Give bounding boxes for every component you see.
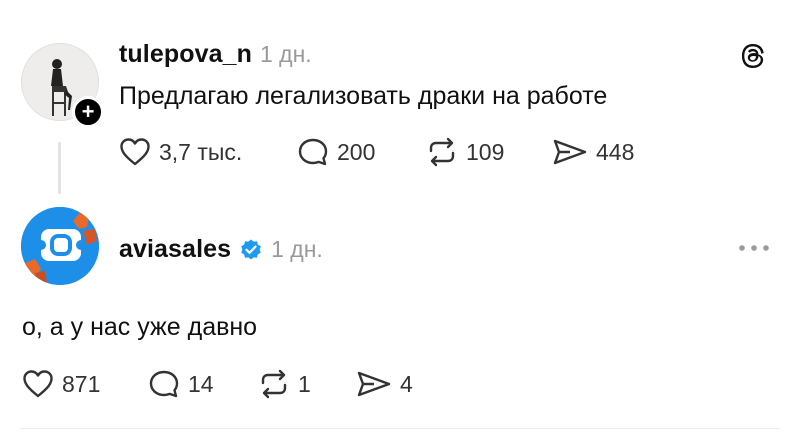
share-icon — [357, 371, 391, 397]
heart-icon — [120, 138, 150, 166]
post2-comment-count: 14 — [188, 370, 214, 397]
post2-time: 1 дн. — [271, 236, 323, 262]
plus-icon: + — [81, 99, 95, 124]
post2-text: о, а у нас уже давно — [22, 313, 258, 341]
comment-icon — [149, 370, 179, 398]
post1-like-count: 3,7 тыс. — [159, 138, 243, 165]
post1-header: tulepova_n 1 дн. — [119, 40, 312, 69]
post1-repost-count: 109 — [466, 138, 505, 165]
heart-icon — [23, 370, 53, 398]
divider — [20, 428, 780, 429]
post1-repost-button[interactable]: 109 — [426, 137, 504, 167]
post1-username[interactable]: tulepova_n — [119, 40, 252, 69]
post2-header: aviasales 1 дн. — [119, 235, 323, 264]
post1-time: 1 дн. — [259, 41, 312, 67]
post2-like-button[interactable]: 871 — [22, 369, 100, 399]
aviasales-logo — [21, 207, 99, 285]
post1-share-button[interactable]: 448 — [552, 137, 634, 167]
more-icon — [739, 245, 769, 251]
post2-like-count: 871 — [62, 370, 101, 397]
post2-repost-count: 1 — [298, 370, 311, 397]
post1-comment-count: 200 — [337, 138, 376, 165]
repost-icon — [261, 369, 287, 399]
repost-icon — [429, 137, 455, 167]
more-options-button[interactable] — [737, 240, 771, 258]
post2-username[interactable]: aviasales — [119, 235, 231, 264]
follow-plus-button[interactable]: + — [72, 96, 104, 128]
comment-icon — [298, 138, 328, 166]
post2-share-count: 4 — [400, 370, 413, 397]
post1-share-count: 448 — [596, 138, 635, 165]
threads-logo-icon[interactable] — [736, 40, 768, 77]
share-icon — [553, 139, 587, 165]
post2-repost-button[interactable]: 1 — [258, 369, 311, 399]
avatar-aviasales[interactable] — [21, 207, 99, 285]
post2-comment-button[interactable]: 14 — [148, 369, 214, 399]
post1-text: Предлагаю легализовать драки на работе — [119, 82, 608, 110]
post1-comment-button[interactable]: 200 — [297, 137, 375, 167]
post2-share-button[interactable]: 4 — [356, 369, 413, 399]
post1-like-button[interactable]: 3,7 тыс. — [119, 137, 242, 167]
thread-connector-line — [58, 142, 61, 194]
verified-icon — [241, 239, 261, 259]
